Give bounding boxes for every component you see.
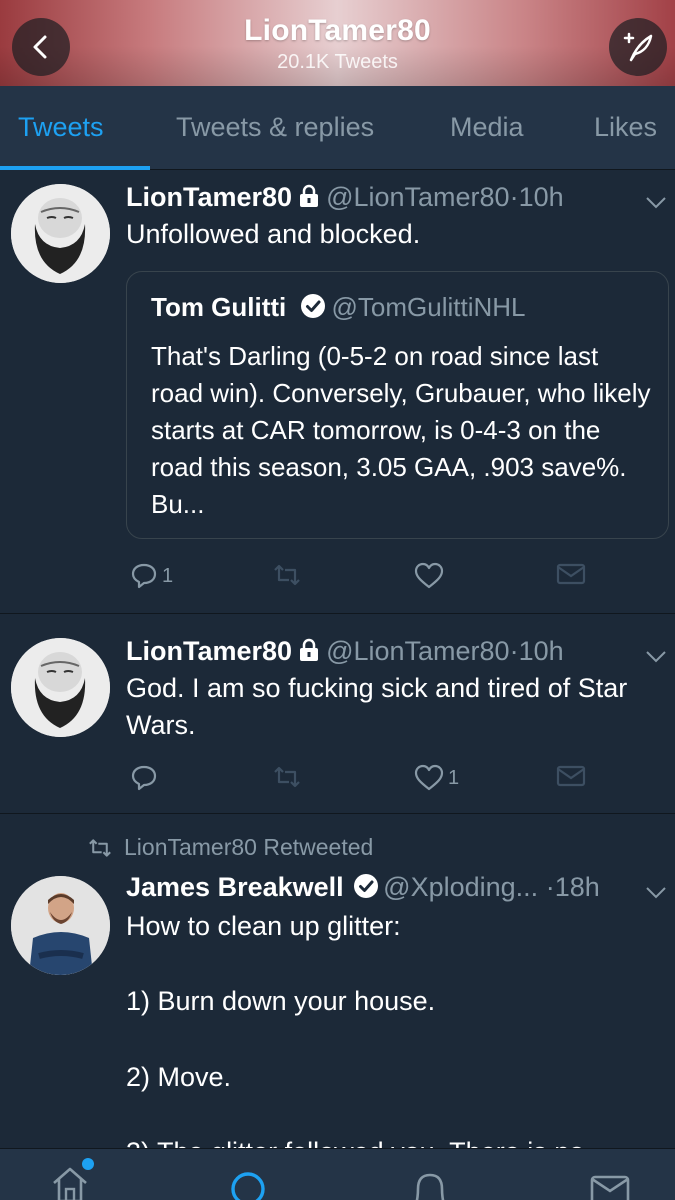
tweet-header: LionTamer80 @LionTamer80·10h [126,636,675,672]
avatar[interactable] [11,876,110,975]
profile-tabs: Tweets Tweets & replies Media Likes [0,86,675,170]
retweet-button[interactable] [271,562,303,588]
heart-icon [414,764,444,791]
avatar[interactable] [11,638,110,737]
tweet-header: LionTamer80 @LionTamer80·10h [126,182,675,218]
notifications-bell-icon [415,1173,445,1200]
author-handle[interactable]: @Xploding... [383,872,538,902]
retweet-icon [274,766,300,788]
quoted-tweet-header: Tom Gulitti @TomGulittiNHL [151,292,526,323]
profile-header-banner: LionTamer80 20.1K Tweets [0,0,675,86]
tweet-time: 10h [518,182,564,212]
tweet-actions: 1 [126,562,666,602]
reply-bubble-icon [131,563,157,589]
like-button[interactable]: 1 [414,764,459,792]
quoted-tweet[interactable]: Tom Gulitti @TomGulittiNHL That's Darlin… [126,271,669,539]
quoted-tweet-text: That's Darling (0-5-2 on road since last… [151,341,651,519]
new-tweets-dot [82,1158,94,1170]
nav-messages-button[interactable] [590,1173,630,1200]
retweeted-by-line[interactable]: LionTamer80 Retweeted [86,834,373,861]
retweeted-by-text: LionTamer80 Retweeted [124,834,374,860]
tweet-header: James Breakwell @Xploding... ·18h [126,872,675,908]
tweet-item[interactable]: LionTamer80 Retweeted James Breakwell @X… [0,814,675,1148]
like-button[interactable] [414,562,448,590]
quoted-author-handle: @TomGulittiNHL [331,292,526,322]
tweet-text: How to clean up glitter: 1) Burn down yo… [126,911,584,1148]
chevron-down-icon[interactable] [645,650,667,664]
tweet-text: Unfollowed and blocked. [126,219,421,249]
tab-tweets-and-replies[interactable]: Tweets & replies [176,112,374,143]
verified-badge-icon [300,294,325,318]
tweet-actions: 1 [126,764,666,804]
tweet-time: 10h [518,636,564,666]
compose-tweet-button[interactable] [609,18,667,76]
avatar[interactable] [11,184,110,283]
nav-notifications-button[interactable] [410,1171,450,1200]
direct-message-button[interactable] [556,562,586,586]
tweet-time: 18h [554,872,600,902]
envelope-icon [556,765,586,787]
compose-feather-icon [623,32,653,62]
envelope-icon [556,563,586,585]
author-name[interactable]: LionTamer80 [126,636,292,666]
reply-button[interactable] [130,764,162,792]
nav-search-button[interactable] [228,1169,272,1200]
search-icon [231,1172,265,1200]
chevron-down-icon[interactable] [645,886,667,900]
author-name[interactable]: James Breakwell [126,872,344,902]
meta-separator: · [509,636,519,666]
tweet-count: 20.1K Tweets [277,51,398,73]
profile-title: LionTamer80 [244,14,431,47]
tweet-item[interactable]: LionTamer80 @LionTamer80·10h Unfollowed a… [0,170,675,614]
author-handle[interactable]: @LionTamer80 [326,182,510,212]
bottom-tab-bar [0,1148,675,1200]
reply-button[interactable]: 1 [130,562,173,590]
tab-tweets[interactable]: Tweets [18,112,104,143]
messages-envelope-icon [590,1175,630,1200]
verified-badge-icon [354,874,379,898]
protected-lock-icon [300,638,319,661]
meta-separator: · [509,182,519,212]
tab-likes[interactable]: Likes [594,112,657,143]
chevron-down-icon[interactable] [645,196,667,210]
tab-media[interactable]: Media [450,112,524,143]
meta-separator: · [545,872,555,902]
author-handle[interactable]: @LionTamer80 [326,636,510,666]
retweet-button[interactable] [271,764,303,790]
heart-icon [414,562,444,589]
retweet-icon [274,564,300,586]
protected-lock-icon [300,184,319,207]
tweet-item[interactable]: LionTamer80 @LionTamer80·10h God. I am so… [0,614,675,814]
direct-message-button[interactable] [556,764,586,788]
author-name[interactable]: LionTamer80 [126,182,292,212]
quoted-author-name: Tom Gulitti [151,292,287,322]
like-count: 1 [448,766,460,789]
reply-count: 1 [162,564,174,587]
retweet-icon [89,838,111,857]
tweet-text: God. I am so fucking sick and tired of S… [126,673,635,740]
reply-bubble-icon [131,765,157,791]
